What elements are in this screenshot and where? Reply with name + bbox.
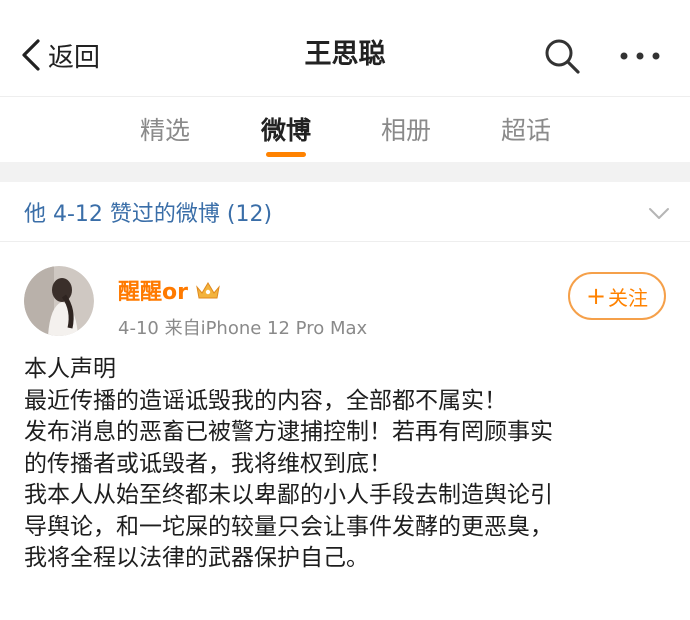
back-chevron-icon xyxy=(22,39,40,71)
post-meta: 4-10 来自iPhone 12 Pro Max xyxy=(118,318,368,339)
avatar[interactable] xyxy=(24,266,94,336)
tab-album[interactable]: 相册 xyxy=(361,111,451,147)
post-line: 我本人从始至终都未以卑鄙的小人手段去制造舆论引 xyxy=(24,482,553,508)
follow-label: 关注 xyxy=(608,285,649,310)
chevron-down-icon[interactable] xyxy=(646,200,672,226)
back-button[interactable]: 返回 xyxy=(18,30,100,80)
search-icon[interactable] xyxy=(540,34,584,78)
post-body: 本人声明 最近传播的造谣诋毁我的内容，全部都不属实！ 发布消息的恶畜已被警方逮捕… xyxy=(24,354,674,575)
more-icon[interactable] xyxy=(616,36,664,76)
post-line: 导舆论，和一坨屎的较量只会让事件发酵的更恶臭， xyxy=(24,513,553,540)
tab-weibo[interactable]: 微博 xyxy=(241,111,331,147)
post-line: 本人声明 xyxy=(24,356,116,382)
author-name-row[interactable]: 醒醒or xyxy=(118,274,222,306)
liked-posts-header[interactable]: 他 4-12 赞过的微博 (12) xyxy=(0,182,690,242)
plus-icon: + xyxy=(585,282,607,310)
tab-featured[interactable]: 精选 xyxy=(120,111,210,147)
page-title: 王思聪 xyxy=(304,39,386,70)
tab-super-topic[interactable]: 超话 xyxy=(481,111,571,147)
nav-bar: 返回 王思聪 xyxy=(0,0,690,96)
section-divider xyxy=(0,162,690,182)
follow-button[interactable]: + 关注 xyxy=(568,272,666,320)
back-label: 返回 xyxy=(48,42,101,73)
post-line: 发布消息的恶畜已被警方逮捕控制！若再有罔顾事实 xyxy=(24,419,553,445)
post-line: 最近传播的造谣诋毁我的内容，全部都不属实！ xyxy=(24,387,507,414)
profile-tabs: 精选 微博 相册 超话 xyxy=(0,96,690,162)
post-line: 的传播者或诋毁者，我将维权到底！ xyxy=(24,450,392,477)
liked-posts-label: 他 4-12 赞过的微博 (12) xyxy=(24,202,273,227)
author-name: 醒醒or xyxy=(118,280,188,305)
active-tab-indicator xyxy=(266,152,306,157)
crown-icon xyxy=(196,282,220,299)
post-line: 我将全程以法律的武器保护自己。 xyxy=(24,545,369,571)
